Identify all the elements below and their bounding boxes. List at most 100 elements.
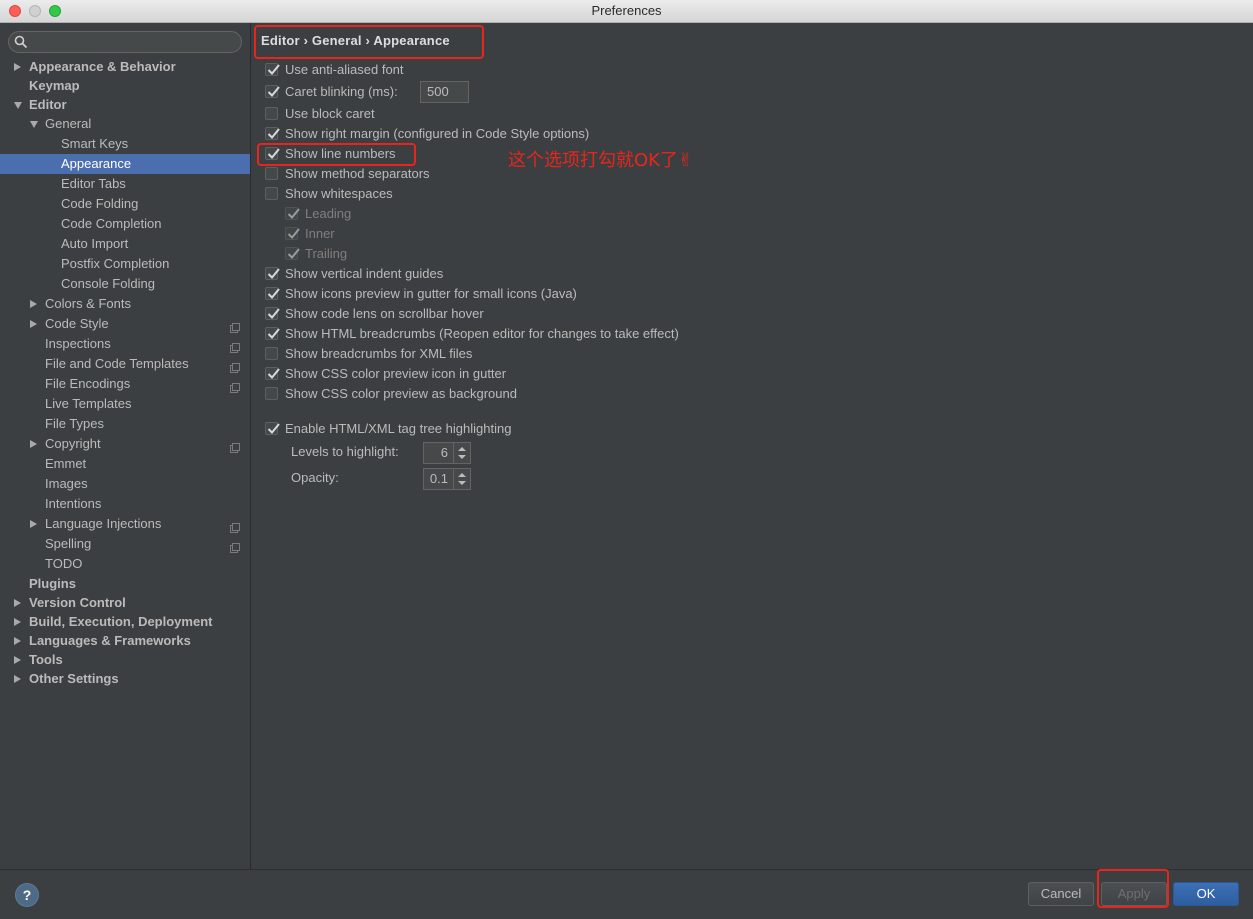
tree-item[interactable]: File Encodings: [0, 374, 250, 394]
tree-item-label: Code Style: [45, 316, 109, 331]
opacity-spinner[interactable]: 0.1: [423, 468, 471, 490]
checkbox-checked-icon[interactable]: [285, 207, 300, 220]
tree-item[interactable]: TODO: [0, 554, 250, 574]
tree-item[interactable]: Images: [0, 474, 250, 494]
tree-item[interactable]: Version Control: [0, 593, 250, 612]
project-scope-icon: [230, 519, 240, 533]
tree-item[interactable]: Editor: [0, 95, 250, 114]
option-label: Leading: [305, 206, 352, 221]
tree-item-label: Emmet: [45, 456, 87, 471]
option-label: Caret blinking (ms):: [285, 84, 398, 99]
option-label: Show right margin (configured in Code St…: [285, 126, 590, 141]
tree-item[interactable]: Appearance & Behavior: [0, 57, 250, 76]
tree-item[interactable]: Emmet: [0, 454, 250, 474]
help-button[interactable]: ?: [15, 883, 39, 907]
checkbox-checked-icon[interactable]: [265, 127, 280, 140]
option-label: Show CSS color preview icon in gutter: [285, 366, 507, 381]
collapsed-arrow-icon[interactable]: [14, 675, 21, 683]
tree-item-label: Console Folding: [61, 276, 155, 291]
tree-item[interactable]: Languages & Frameworks: [0, 631, 250, 650]
tree-item-label: File Types: [45, 416, 105, 431]
tree-item[interactable]: Code Completion: [0, 214, 250, 234]
tree-item[interactable]: File Types: [0, 414, 250, 434]
tree-item[interactable]: Language Injections: [0, 514, 250, 534]
tree-item[interactable]: Appearance: [0, 154, 250, 174]
collapsed-arrow-icon[interactable]: [30, 300, 37, 308]
checkbox-checked-icon[interactable]: [265, 367, 280, 380]
tree-item[interactable]: Intentions: [0, 494, 250, 514]
maximize-window-button[interactable]: [49, 5, 61, 17]
close-window-button[interactable]: [9, 5, 21, 17]
search-input[interactable]: [8, 31, 242, 53]
cancel-button[interactable]: Cancel: [1028, 882, 1094, 906]
collapsed-arrow-icon[interactable]: [30, 320, 37, 328]
tree-item[interactable]: Tools: [0, 650, 250, 669]
tree-item[interactable]: File and Code Templates: [0, 354, 250, 374]
tree-item[interactable]: Editor Tabs: [0, 174, 250, 194]
tree-item[interactable]: Plugins: [0, 574, 250, 593]
tree-item-label: Postfix Completion: [61, 256, 170, 271]
checkbox-unchecked-icon[interactable]: [265, 347, 278, 360]
checkbox-unchecked-icon[interactable]: [265, 387, 278, 400]
tree-item[interactable]: Inspections: [0, 334, 250, 354]
spinner-arrows-icon[interactable]: [453, 469, 470, 489]
tree-item[interactable]: Console Folding: [0, 274, 250, 294]
tree-item-label: Editor Tabs: [61, 176, 126, 191]
tree-item[interactable]: Code Style: [0, 314, 250, 334]
collapsed-arrow-icon[interactable]: [30, 520, 37, 528]
collapsed-arrow-icon[interactable]: [14, 599, 21, 607]
tree-item[interactable]: Auto Import: [0, 234, 250, 254]
collapsed-arrow-icon[interactable]: [14, 637, 21, 645]
opacity-value: 0.1: [429, 471, 448, 486]
tree-item[interactable]: Postfix Completion: [0, 254, 250, 274]
tree-item-label: Plugins: [29, 576, 76, 591]
collapsed-arrow-icon[interactable]: [14, 63, 21, 71]
expanded-arrow-icon[interactable]: [30, 121, 38, 128]
checkbox-unchecked-icon[interactable]: [265, 187, 278, 200]
caret-blinking-field[interactable]: 500: [420, 81, 469, 103]
collapsed-arrow-icon[interactable]: [14, 618, 21, 626]
checkbox-checked-icon[interactable]: [265, 85, 280, 98]
checkbox-checked-icon[interactable]: [285, 227, 300, 240]
tree-item[interactable]: General: [0, 114, 250, 134]
option-label: Show HTML breadcrumbs (Reopen editor for…: [285, 326, 679, 341]
tree-item[interactable]: Colors & Fonts: [0, 294, 250, 314]
tree-item[interactable]: Live Templates: [0, 394, 250, 414]
checkbox-checked-icon[interactable]: [265, 287, 280, 300]
tree-item-label: Intentions: [45, 496, 102, 511]
levels-spinner[interactable]: 6: [423, 442, 471, 464]
spinner-arrows-icon[interactable]: [453, 443, 470, 463]
tree-item-label: TODO: [45, 556, 83, 571]
tree-item-label: Smart Keys: [61, 136, 129, 151]
tree-item[interactable]: Smart Keys: [0, 134, 250, 154]
tree-item[interactable]: Other Settings: [0, 669, 250, 688]
tree-item[interactable]: Copyright: [0, 434, 250, 454]
tree-item[interactable]: Spelling: [0, 534, 250, 554]
tree-item[interactable]: Build, Execution, Deployment: [0, 612, 250, 631]
option-label: Enable HTML/XML tag tree highlighting: [285, 421, 512, 436]
tree-item-label: Inspections: [45, 336, 111, 351]
tree-item[interactable]: Keymap: [0, 76, 250, 95]
checkbox-checked-icon[interactable]: [265, 267, 280, 280]
collapsed-arrow-icon[interactable]: [30, 440, 37, 448]
tree-item-label: Code Completion: [61, 216, 162, 231]
collapsed-arrow-icon[interactable]: [14, 656, 21, 664]
title-bar: Preferences: [0, 0, 1253, 23]
annotation-text: 这个选项打勾就OK了✌: [508, 150, 694, 171]
tree-item-label: Language Injections: [45, 516, 162, 531]
checkbox-checked-icon[interactable]: [265, 327, 280, 340]
minimize-window-button[interactable]: [29, 5, 41, 17]
ok-button[interactable]: OK: [1173, 882, 1239, 906]
checkbox-checked-icon[interactable]: [265, 307, 280, 320]
opacity-label: Opacity:: [291, 470, 339, 485]
project-scope-icon: [230, 539, 240, 553]
checkbox-unchecked-icon[interactable]: [265, 167, 278, 180]
option-label: Use anti-aliased font: [285, 62, 404, 77]
checkbox-checked-icon[interactable]: [265, 63, 280, 76]
checkbox-checked-icon[interactable]: [285, 247, 300, 260]
checkbox-unchecked-icon[interactable]: [265, 107, 278, 120]
tree-item[interactable]: Code Folding: [0, 194, 250, 214]
project-scope-icon: [230, 439, 240, 453]
expanded-arrow-icon[interactable]: [14, 102, 22, 109]
checkbox-checked-icon[interactable]: [265, 422, 280, 435]
